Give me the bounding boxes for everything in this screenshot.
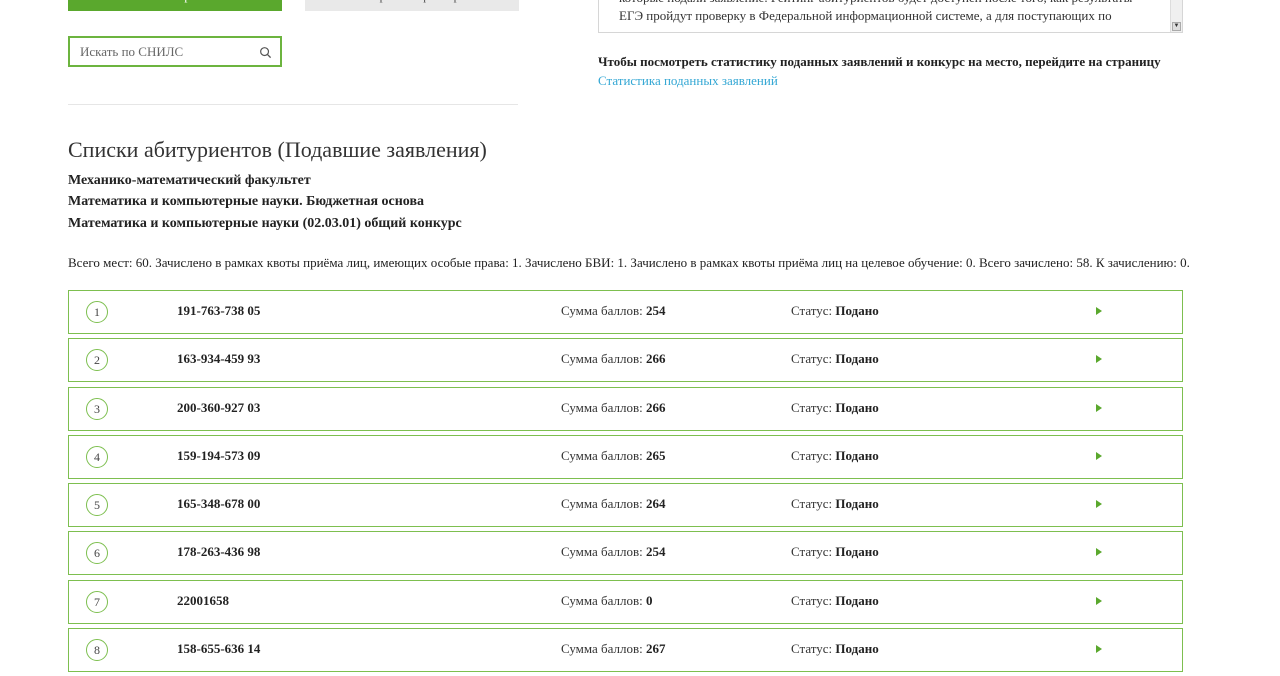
applicant-row[interactable]: 4 159-194-573 09 Сумма баллов: 265 Стату…	[68, 434, 1183, 479]
score: Сумма баллов: 266	[561, 351, 666, 367]
row-number: 3	[86, 397, 108, 420]
stats-link[interactable]: Статистика поданных заявлений	[598, 73, 778, 89]
snils-search-field[interactable]	[68, 36, 282, 67]
status: Статус: Подано	[791, 399, 879, 415]
status: Статус: Подано	[791, 303, 879, 318]
status: Статус: Подано	[791, 351, 879, 367]
row-number: 4	[86, 445, 108, 468]
score: Сумма баллов: 264	[561, 496, 666, 512]
play-arrow-icon[interactable]	[1096, 307, 1102, 315]
row-number: 1	[86, 301, 108, 323]
row-number: 2	[86, 349, 108, 372]
row-number: 7	[86, 590, 108, 613]
reset-filter-button[interactable]: Сбросить фильтр	[305, 0, 519, 11]
applicant-row[interactable]: 3 200-360-927 03 Сумма баллов: 266 Стату…	[68, 386, 1183, 431]
status: Статус: Подано	[791, 496, 879, 512]
view-button[interactable]: Посмотреть	[68, 0, 282, 11]
row-number: 8	[86, 639, 108, 662]
applicant-row[interactable]: 6 178-263-436 98 Сумма баллов: 254 Стату…	[68, 531, 1183, 576]
play-arrow-icon[interactable]	[1096, 451, 1102, 460]
applicant-row[interactable]: 2 163-934-459 93 Сумма баллов: 266 Стату…	[68, 338, 1183, 383]
score: Сумма баллов: 0	[561, 592, 653, 608]
play-arrow-icon[interactable]	[1096, 645, 1102, 654]
program-name: Математика и компьютерные науки. Бюджетн…	[68, 194, 425, 209]
snils-value: 165-348-678 00	[177, 496, 261, 512]
status: Статус: Подано	[791, 641, 879, 657]
snils-value: 158-655-636 14	[177, 641, 261, 657]
score: Сумма баллов: 266	[561, 399, 666, 415]
play-arrow-icon[interactable]	[1096, 500, 1102, 509]
places-summary: Всего мест: 60. Зачислено в рамках квоты…	[68, 255, 1190, 270]
page-title: Списки абитуриентов (Подавшие заявления)	[68, 137, 487, 162]
applicant-row[interactable]: 7 22001658 Сумма баллов: 0 Статус: Подан…	[68, 579, 1183, 624]
score: Сумма баллов: 254	[561, 544, 666, 560]
status: Статус: Подано	[791, 544, 879, 560]
snils-value: 163-934-459 93	[177, 351, 261, 367]
snils-value: 191-763-738 05	[177, 303, 261, 318]
play-arrow-icon[interactable]	[1096, 596, 1102, 605]
score: Сумма баллов: 267	[561, 641, 666, 657]
applicant-row[interactable]: 1 191-763-738 05 Сумма баллов: 254 Стату…	[68, 290, 1183, 334]
row-number: 5	[86, 494, 108, 517]
scroll-down-icon[interactable]: ▼	[1172, 22, 1181, 31]
score: Сумма баллов: 254	[561, 303, 666, 318]
play-arrow-icon[interactable]	[1096, 548, 1102, 557]
stats-note: Чтобы посмотреть статистику поданных зая…	[598, 54, 1161, 69]
snils-value: 178-263-436 98	[177, 544, 261, 560]
score: Сумма баллов: 265	[561, 447, 666, 463]
status: Статус: Подано	[791, 592, 879, 608]
scrollbar[interactable]: ▼	[1170, 0, 1182, 32]
status: Статус: Подано	[791, 447, 879, 463]
play-arrow-icon[interactable]	[1096, 355, 1102, 364]
play-arrow-icon[interactable]	[1096, 403, 1102, 412]
applicant-row[interactable]: 5 165-348-678 00 Сумма баллов: 264 Стату…	[68, 483, 1183, 528]
snils-value: 22001658	[177, 592, 229, 608]
info-text: которые подали заявление. Рейтинг абитур…	[619, 0, 1132, 32]
applicant-row[interactable]: 8 158-655-636 14 Сумма баллов: 267 Стату…	[68, 628, 1183, 673]
info-text-box: которые подали заявление. Рейтинг абитур…	[598, 0, 1183, 33]
competition-name: Математика и компьютерные науки (02.03.0…	[68, 216, 462, 231]
search-icon[interactable]	[259, 46, 272, 59]
applicants-list: 1 191-763-738 05 Сумма баллов: 254 Стату…	[68, 290, 1183, 676]
snils-value: 159-194-573 09	[177, 447, 261, 463]
snils-value: 200-360-927 03	[177, 399, 261, 415]
faculty-name: Механико-математический факультет	[68, 173, 311, 188]
divider	[68, 104, 518, 105]
row-number: 6	[86, 542, 108, 565]
snils-search-input[interactable]	[80, 44, 250, 60]
